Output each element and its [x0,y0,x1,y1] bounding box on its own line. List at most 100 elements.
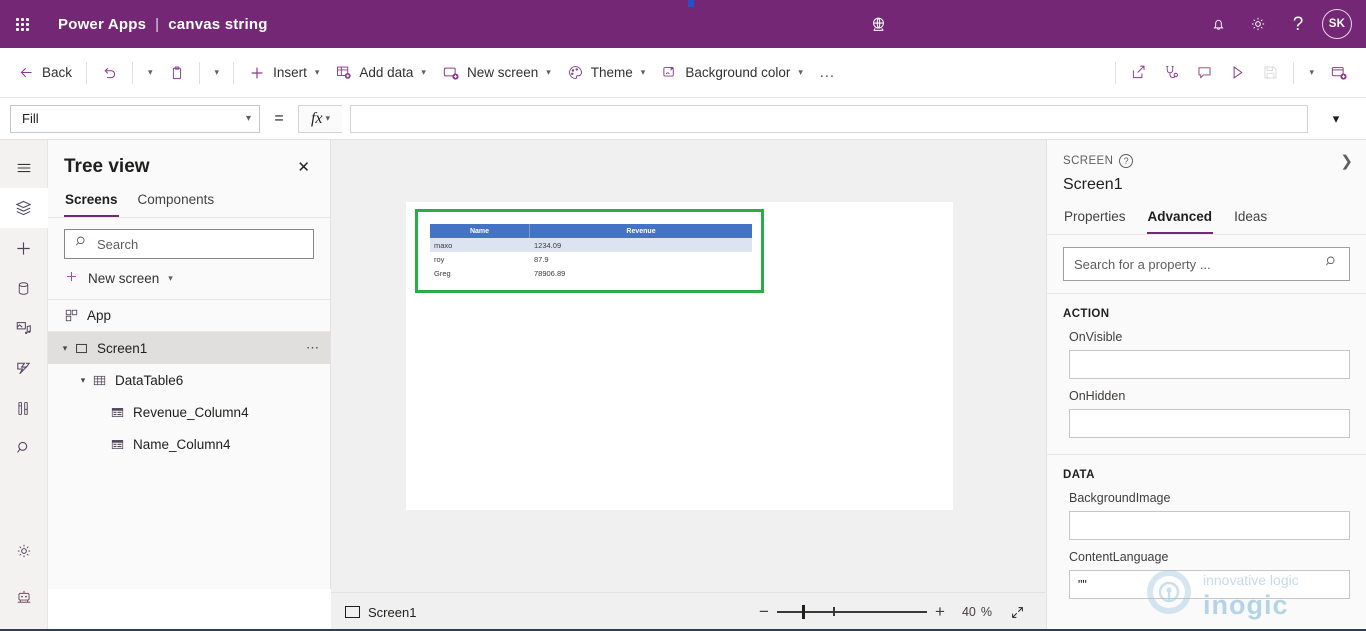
tab-components[interactable]: Components [137,188,216,217]
sidebar-item-tree-view[interactable] [0,188,48,228]
tab-properties[interactable]: Properties [1063,207,1127,234]
save-button[interactable] [1254,56,1287,90]
property-input[interactable] [1069,511,1350,540]
properties-header: SCREEN ? ❯ Screen1 [1047,140,1366,194]
undo-dropdown-button[interactable]: ▾ [139,56,161,90]
datatable-header-row: Name Revenue [430,224,752,238]
tree-node-datatable6[interactable]: ▾ DataTable6 [48,364,330,396]
ellipsis-icon: … [818,63,835,81]
cell-name: roy [434,254,445,264]
comments-button[interactable] [1188,56,1221,90]
zoom-slider-thumb[interactable] [801,605,806,619]
paste-dropdown-button[interactable]: ▾ [206,56,228,90]
user-avatar[interactable]: SK [1322,9,1352,39]
chevron-right-icon[interactable]: ❯ [1340,152,1353,170]
status-screen-label: Screen1 [368,604,417,620]
tree-node-screen1[interactable]: ▾ Screen1 ⋯ [48,332,330,364]
tree-node-revenue-column4[interactable]: Revenue_Column4 [48,396,330,428]
screen-canvas[interactable]: Name Revenue maxo 1234.09 roy 87.9 Greg … [406,202,953,510]
property-selector-value: Fill [22,111,39,126]
sidebar-item-copilot[interactable] [0,577,48,617]
tree-search-box[interactable]: Search [64,229,314,259]
close-icon[interactable]: ✕ [293,156,314,178]
publish-button[interactable] [1322,56,1356,90]
environment-icon[interactable] [858,0,898,48]
status-screen-selector[interactable]: Screen1 [345,605,416,620]
insert-button[interactable]: Insert ▾ [240,56,327,90]
sidebar-item-insert[interactable] [0,228,48,268]
tab-advanced[interactable]: Advanced [1146,207,1214,234]
cursor-artifact [688,0,694,7]
equals-sign: = [274,109,284,127]
zoom-out-button[interactable]: − [751,599,777,625]
new-screen-button[interactable]: New screen ▾ [434,56,559,90]
overflow-menu-button[interactable]: … [811,56,843,90]
formula-expand-button[interactable]: ▾ [1316,104,1356,134]
datatable-control[interactable]: Name Revenue maxo 1234.09 roy 87.9 Greg … [430,224,752,280]
divider [1293,61,1295,84]
theme-button[interactable]: Theme ▾ [559,56,654,90]
tab-screens[interactable]: Screens [64,188,119,217]
section-title-data: DATA [1063,469,1095,481]
undo-button[interactable] [93,56,126,90]
fit-to-screen-icon[interactable] [1002,599,1032,625]
table-row[interactable]: roy 87.9 [430,252,752,266]
sidebar-item-search[interactable] [0,428,48,468]
sidebar-item-media[interactable] [0,308,48,348]
settings-gear-icon[interactable] [1238,0,1278,48]
column-icon [110,437,125,452]
datatable-selection-frame[interactable]: Name Revenue maxo 1234.09 roy 87.9 Greg … [415,209,764,293]
search-placeholder: Search [97,236,139,252]
share-icon [1130,64,1147,81]
table-row[interactable]: Greg 78906.89 [430,266,752,280]
fx-toggle-button[interactable]: fx ▾ [298,104,342,133]
property-label: OnHidden [1069,389,1126,403]
sidebar-item-variables[interactable] [0,388,48,428]
chevron-down-icon[interactable]: ▾ [56,343,74,354]
property-input[interactable] [1069,350,1350,379]
tree-node-more-icon[interactable]: ⋯ [306,340,320,356]
theme-label: Theme [590,65,633,80]
property-input[interactable]: "" [1069,570,1350,599]
help-question-icon[interactable]: ? [1278,0,1318,48]
play-icon [1229,64,1246,81]
save-dropdown-button[interactable]: ▾ [1300,56,1322,90]
zoom-in-button[interactable]: + [927,599,953,625]
back-button[interactable]: Back [10,56,80,90]
canvas-area[interactable]: Name Revenue maxo 1234.09 roy 87.9 Greg … [331,140,1046,592]
sidebar-item-power-automate[interactable] [0,348,48,388]
sidebar-item-settings[interactable] [0,531,48,571]
column-header-name[interactable]: Name [430,224,530,238]
share-button[interactable] [1122,56,1155,90]
sidebar-item-data[interactable] [0,268,48,308]
chevron-down-icon[interactable]: ▾ [74,375,92,386]
tree-node-name-column4[interactable]: Name_Column4 [48,428,330,460]
tree-node-app[interactable]: App [48,300,330,332]
preview-button[interactable] [1221,56,1254,90]
background-color-button[interactable]: Background color ▾ [653,56,811,90]
help-question-icon[interactable]: ? [1119,154,1134,168]
property-search-box[interactable]: Search for a property ... [1063,247,1350,281]
formula-input[interactable] [350,104,1308,133]
power-apps-studio: Power Apps | canvas string ? SK Back ▾ ▾… [0,0,1366,631]
new-screen-button[interactable]: New screen ▾ [48,259,330,300]
notifications-bell-icon[interactable] [1198,0,1238,48]
table-row[interactable]: maxo 1234.09 [430,238,752,252]
app-checker-button[interactable] [1155,56,1188,90]
new-screen-label: New screen [466,65,539,80]
property-selector[interactable]: Fill ▾ [10,104,260,133]
zoom-slider[interactable] [776,599,927,625]
search-icon [74,234,89,254]
column-header-revenue[interactable]: Revenue [530,224,752,238]
property-field-onhidden: OnHidden [1047,379,1366,438]
app-launcher-waffle-icon[interactable] [0,0,44,48]
add-data-button[interactable]: Add data ▾ [327,56,434,90]
hamburger-menu-icon[interactable] [0,148,48,188]
divider [132,61,134,84]
left-icon-rail [0,140,48,631]
tab-ideas[interactable]: Ideas [1233,207,1268,234]
property-input[interactable] [1069,409,1350,438]
paste-button[interactable] [161,56,193,90]
brand-title: Power Apps | canvas string [58,16,268,33]
tree-node-label: Screen1 [97,340,148,356]
